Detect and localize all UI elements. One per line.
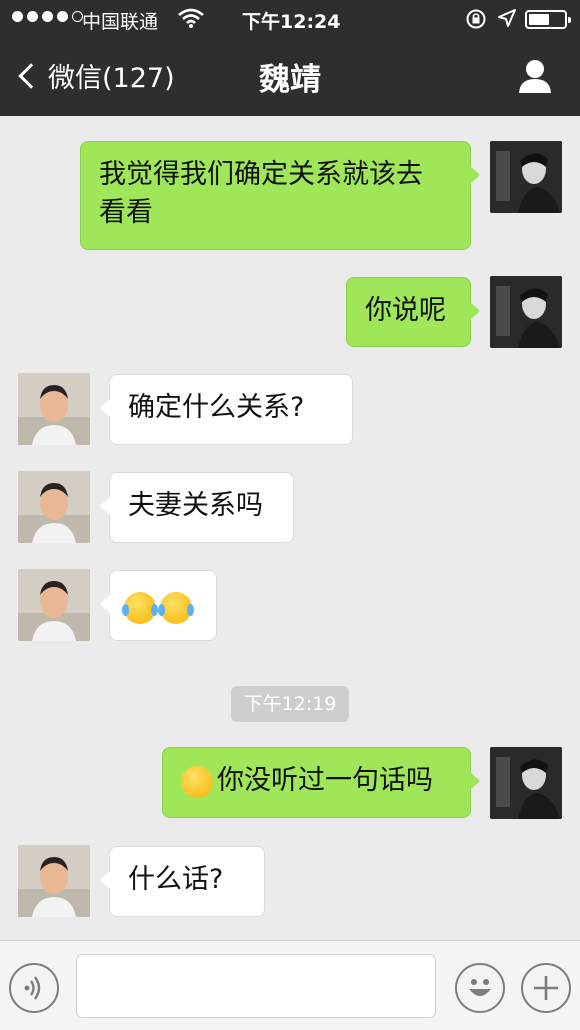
flushed-emoji (181, 765, 213, 798)
header: 中国联通 下午12:24 微信(127) 魏靖 (0, 0, 580, 116)
input-bar (0, 940, 580, 1030)
crying-laughing-emoji (158, 591, 194, 624)
emoji-icon (469, 979, 491, 996)
message-input[interactable] (76, 954, 436, 1018)
message-text: 你没听过一句话吗 (217, 765, 433, 796)
status-bar: 中国联通 下午12:24 (0, 0, 580, 38)
message-bubble-incoming[interactable]: 什么话? (100, 846, 265, 917)
message-bubble-outgoing[interactable]: 你说呢 (346, 277, 480, 347)
chat-title: 魏靖 (259, 62, 321, 98)
avatar[interactable] (490, 276, 562, 348)
plus-icon (534, 976, 558, 1000)
emoji-button[interactable] (455, 963, 505, 1013)
battery-icon (525, 10, 571, 29)
time-divider: 下午12:19 (231, 686, 349, 722)
crying-laughing-emoji (122, 591, 158, 624)
avatar[interactable] (18, 373, 90, 445)
avatar[interactable] (18, 845, 90, 917)
avatar[interactable] (18, 569, 90, 641)
location-icon (498, 9, 516, 27)
wifi-icon (178, 8, 204, 28)
message-bubble-incoming[interactable] (100, 570, 217, 641)
clock: 下午12:24 (242, 11, 341, 33)
plus-button[interactable] (521, 963, 571, 1013)
avatar[interactable] (490, 747, 562, 819)
person-icon[interactable] (518, 58, 552, 94)
nav-bar: 微信(127) 魏靖 (0, 38, 580, 116)
avatar[interactable] (490, 141, 562, 213)
voice-icon (24, 976, 41, 1000)
carrier-label: 中国联通 (82, 11, 159, 33)
voice-button[interactable] (9, 963, 59, 1013)
message-bubble-incoming[interactable]: 夫妻关系吗 (100, 472, 294, 543)
rotation-lock-icon (466, 9, 486, 29)
message-bubble-incoming[interactable]: 确定什么关系? (100, 374, 353, 445)
signal-icon (12, 11, 83, 22)
avatar[interactable] (18, 471, 90, 543)
message-bubble-outgoing[interactable]: 你没听过一句话吗 (162, 747, 480, 818)
message-bubble-outgoing[interactable]: 我觉得我们确定关系就该去 看看 (80, 141, 480, 250)
